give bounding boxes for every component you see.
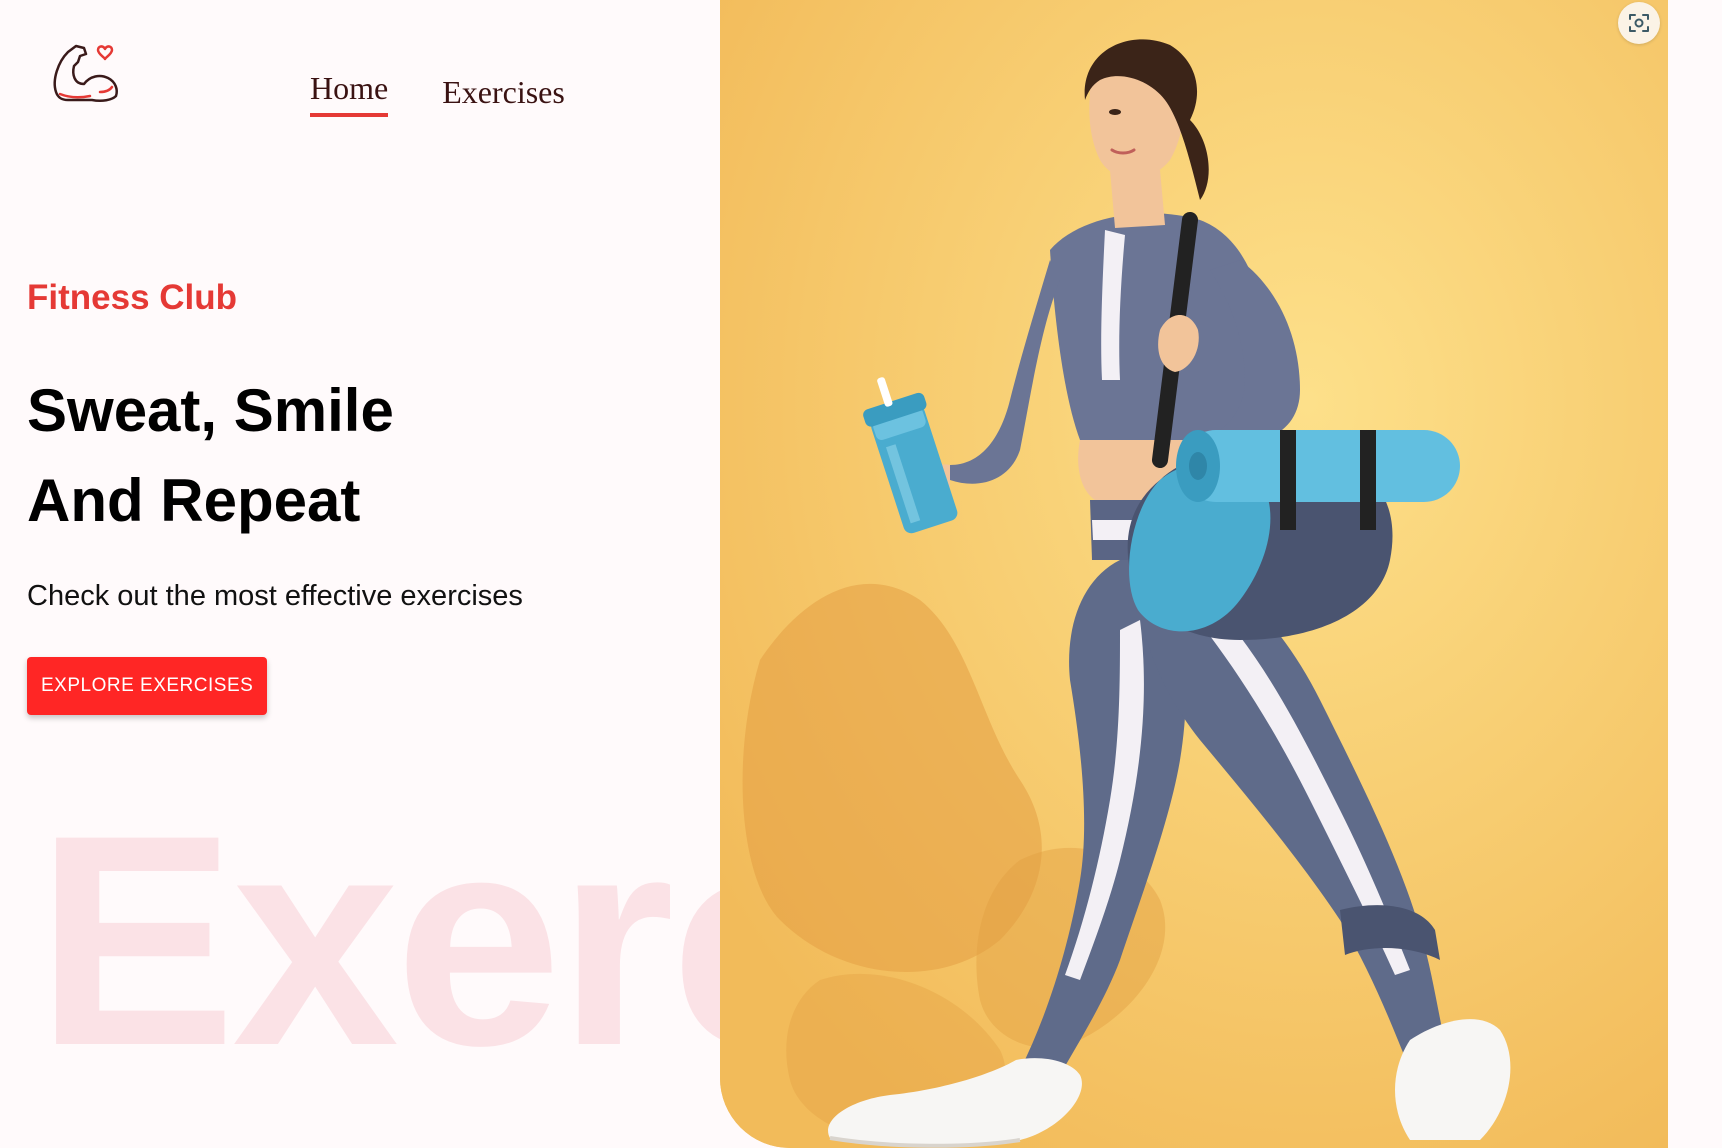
right-gutter bbox=[1668, 0, 1722, 1148]
hero-headline: Sweat, Smile And Repeat bbox=[27, 366, 523, 546]
nav-link-home[interactable]: Home bbox=[310, 70, 389, 117]
hero-illustration bbox=[720, 0, 1668, 1148]
hero-subtitle: Fitness Club bbox=[27, 278, 238, 317]
landing-page: Exercise Home Exercises Fitness Club Swe… bbox=[0, 0, 1722, 1148]
hero-section: Fitness Club Sweat, Smile And Repeat Che… bbox=[27, 278, 523, 715]
screenshot-capture-icon bbox=[1629, 14, 1649, 32]
hero-banner-image bbox=[720, 0, 1668, 1148]
screenshot-capture-button[interactable] bbox=[1618, 2, 1660, 44]
nav-link-exercises[interactable]: Exercises bbox=[442, 74, 565, 117]
hero-headline-line2: And Repeat bbox=[27, 467, 361, 534]
explore-exercises-button[interactable]: Explore Exercises bbox=[27, 657, 268, 715]
hero-tagline: Check out the most effective exercises bbox=[27, 580, 523, 612]
hero-headline-line1: Sweat, Smile bbox=[27, 377, 394, 444]
logo[interactable] bbox=[50, 40, 126, 116]
main-nav: Home Exercises bbox=[310, 70, 565, 117]
flexed-bicep-heart-icon bbox=[53, 44, 118, 103]
